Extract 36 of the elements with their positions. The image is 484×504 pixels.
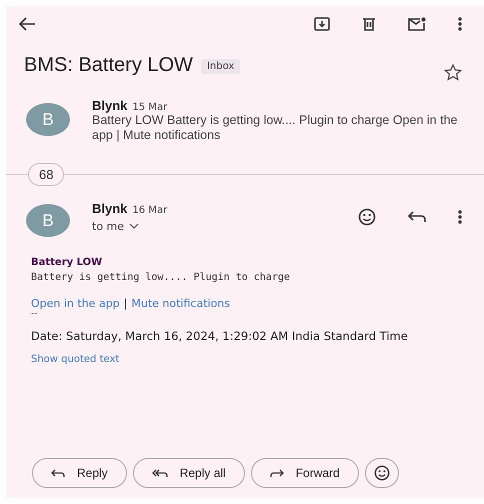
message-date: 15 Mar (132, 102, 168, 113)
open-app-link[interactable]: Open in the app (31, 297, 120, 310)
reply-all-arrow-icon (152, 468, 168, 478)
recipient-details-toggle[interactable]: to me (92, 220, 140, 232)
chevron-down-icon (129, 223, 140, 229)
message-date: 16 Mar (132, 204, 168, 216)
reply-arrow-icon (51, 468, 65, 478)
message-body: Battery is getting low.... Plugin to charge (31, 272, 290, 283)
sender-name: Blynk (92, 98, 128, 113)
message-snippet[interactable]: Battery LOW Battery is getting low.... Plugin to charge Open in the app | Mute notifications (92, 113, 474, 143)
mute-link[interactable]: Mute notifications (131, 297, 230, 310)
envelope-icon (408, 17, 426, 31)
signature-separator: -- (31, 310, 38, 319)
show-quoted-text-link[interactable]: Show quoted text (31, 354, 120, 365)
archive-icon (314, 17, 330, 31)
more-icon (458, 17, 462, 31)
email-subject: BMS: Battery LOW (24, 54, 193, 76)
smiley-icon (358, 208, 376, 226)
action-button[interactable]: Forward (250, 458, 359, 488)
reply-arrow-icon (408, 210, 426, 222)
action-button[interactable]: Reply (32, 458, 127, 488)
trash-icon (362, 17, 376, 31)
sender-name: Blynk (92, 200, 128, 216)
avatar: B (26, 204, 70, 237)
message-heading: Battery LOW (31, 257, 102, 268)
hidden-messages-count[interactable]: 68 (28, 163, 64, 186)
emoji-reaction-button[interactable] (364, 458, 399, 488)
label-chip: Inbox (200, 59, 240, 74)
avatar: B (26, 103, 70, 136)
forward-arrow-icon (270, 468, 284, 478)
smiley-icon (374, 465, 390, 481)
message-date-footer: Date: Saturday, March 16, 2024, 1:29:02 AM India Standard Time (31, 329, 408, 343)
link-separator: | (124, 297, 128, 310)
more-icon (458, 210, 462, 224)
back-arrow-icon (18, 17, 36, 31)
action-button[interactable]: Reply all (132, 458, 245, 488)
